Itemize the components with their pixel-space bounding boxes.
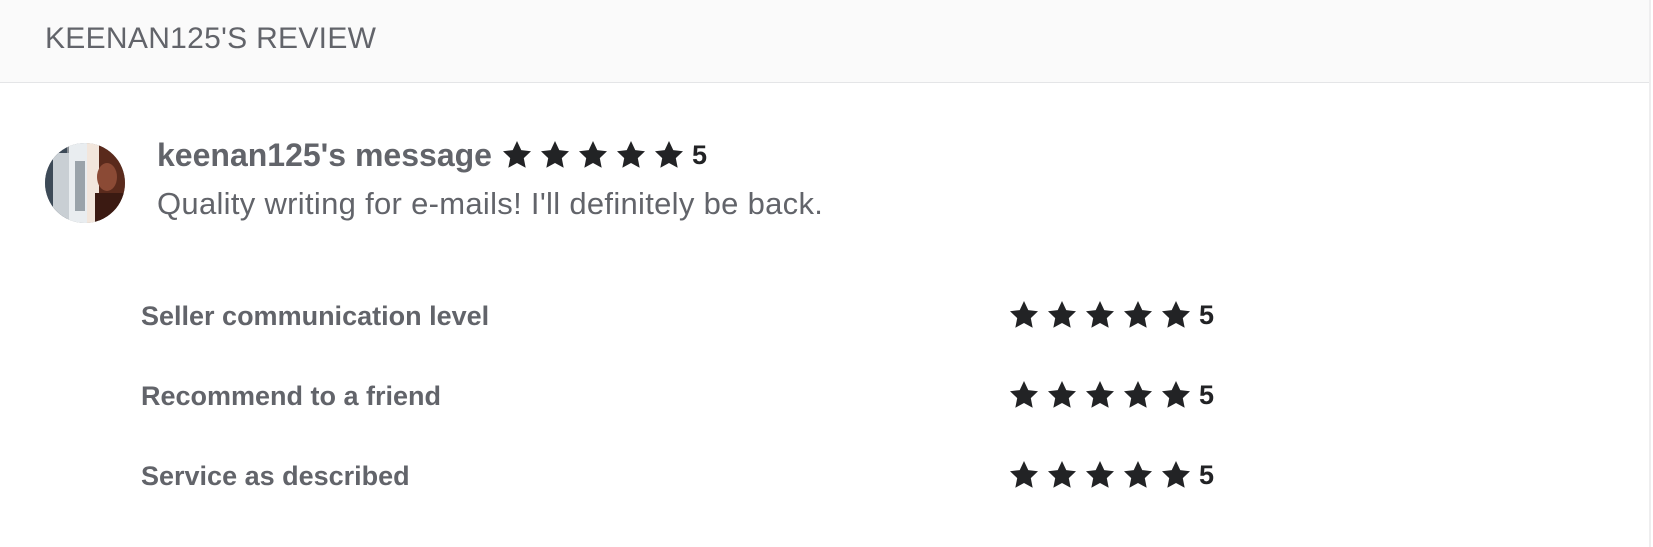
star-icon	[1086, 381, 1114, 408]
star-icon	[502, 141, 531, 168]
star-icon	[540, 141, 569, 168]
star-icon	[616, 141, 645, 168]
message-rating-score: 5	[691, 139, 707, 170]
star-icon	[1010, 381, 1038, 408]
criteria-rating-score: 5	[1199, 299, 1215, 330]
criteria-row-seller-communication: Seller communication level 5	[141, 296, 1241, 336]
star-icon	[1048, 381, 1076, 408]
message-rating-stars	[500, 139, 690, 171]
star-icon	[1010, 301, 1038, 328]
criteria-label: Recommend to a friend	[141, 381, 442, 411]
criteria-rating-stars: 5	[1007, 299, 1214, 331]
star-icon	[1124, 301, 1152, 328]
review-title: KEENAN125'S REVIEW	[45, 22, 377, 55]
star-icon	[1010, 461, 1038, 488]
star-icon	[1162, 461, 1190, 488]
criteria-row-service: Service as described 5	[141, 456, 1241, 496]
star-icon	[1086, 301, 1114, 328]
star-icon	[578, 141, 607, 168]
criteria-label: Seller communication level	[141, 301, 490, 331]
review-panel: KEENAN125'S REVIEW keenan125's message 5…	[0, 0, 1651, 547]
criteria-row-recommend: Recommend to a friend 5	[141, 376, 1241, 416]
criteria-rating-score: 5	[1199, 459, 1215, 490]
star-icon	[654, 141, 683, 168]
message-heading: keenan125's message 5	[157, 135, 707, 175]
avatar[interactable]	[45, 143, 125, 223]
review-header: KEENAN125'S REVIEW	[0, 0, 1649, 83]
reviewer-name[interactable]: keenan125's message	[157, 137, 492, 174]
star-icon	[1048, 461, 1076, 488]
criteria-rating-score: 5	[1199, 379, 1215, 410]
star-icon	[1086, 461, 1114, 488]
criteria-label: Service as described	[141, 461, 410, 491]
star-icon	[1162, 381, 1190, 408]
star-icon	[1124, 381, 1152, 408]
review-message: Quality writing for e-mails! I'll defini…	[157, 186, 824, 221]
star-icon	[1048, 301, 1076, 328]
criteria-rating-stars: 5	[1007, 379, 1214, 411]
criteria-rating-stars: 5	[1007, 459, 1214, 491]
star-icon	[1124, 461, 1152, 488]
star-icon	[1162, 301, 1190, 328]
